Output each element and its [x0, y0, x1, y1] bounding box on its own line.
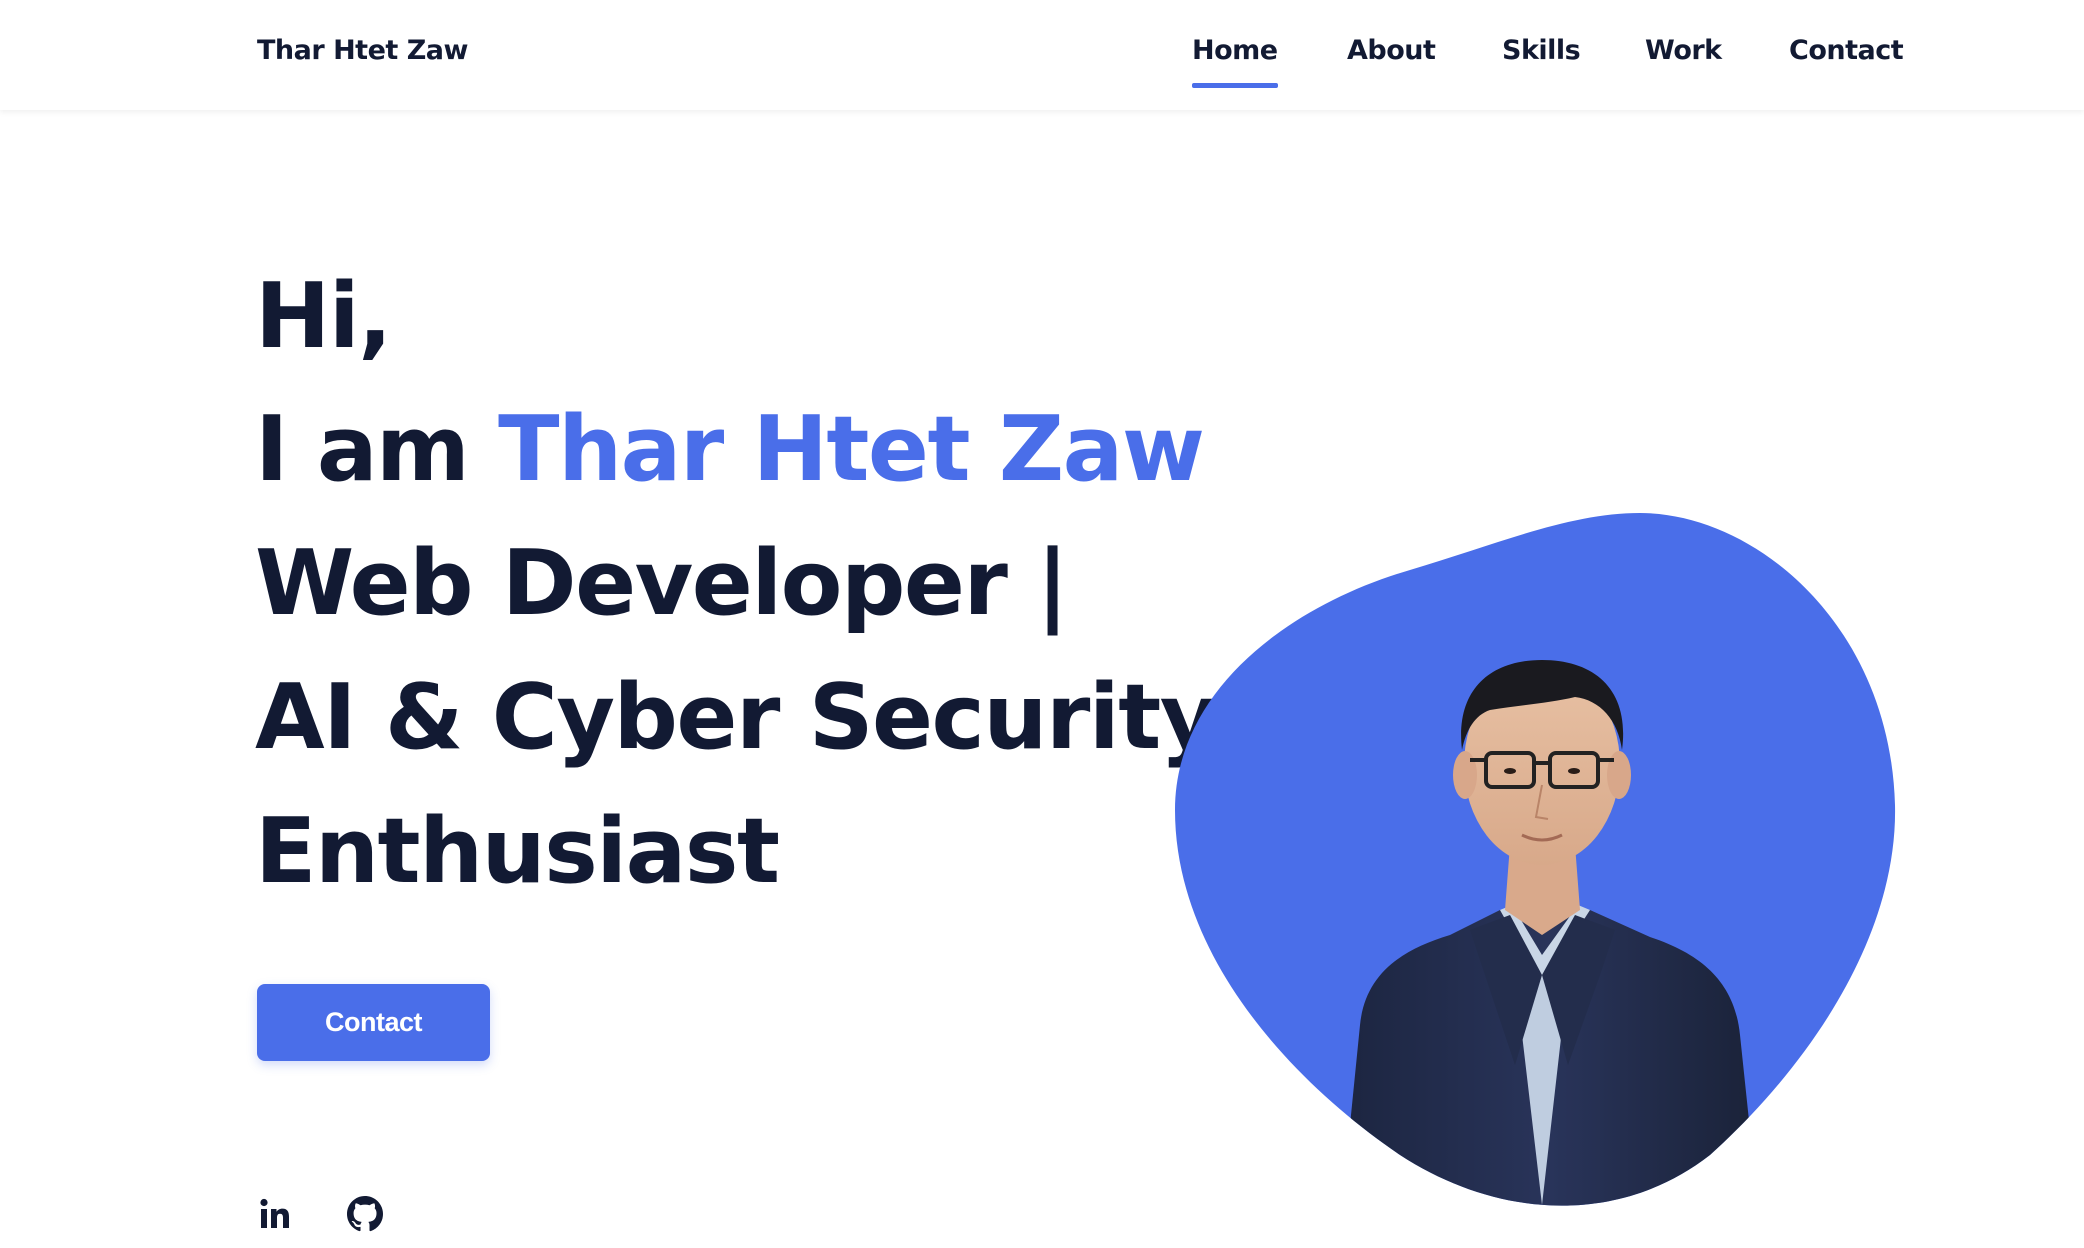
hero-role-line-1: Web Developer | [255, 531, 1069, 636]
nav-contact[interactable]: Contact [1789, 33, 1904, 69]
hero-name: Thar Htet Zaw [498, 397, 1205, 502]
hero-portrait [1170, 505, 1900, 1215]
site-header: Thar Htet Zaw Home About Skills Work Con… [0, 0, 2084, 110]
nav-home-label: Home [1192, 35, 1278, 66]
hero-role-line-3: Enthusiast [255, 799, 780, 904]
portrait-blob [1175, 513, 1896, 1206]
github-icon[interactable] [347, 1196, 383, 1232]
nav-home[interactable]: Home [1192, 33, 1278, 88]
hero-contact-button[interactable]: Contact [257, 984, 490, 1061]
hero-intro-prefix: I am [255, 397, 499, 502]
nav-active-indicator [1192, 83, 1278, 88]
linkedin-icon[interactable] [257, 1196, 293, 1232]
hero-role-line-2: AI & Cyber Security [255, 665, 1218, 770]
hero-intro: I am Thar Htet Zaw [255, 395, 1205, 505]
nav-contact-label: Contact [1789, 35, 1904, 66]
nav-skills[interactable]: Skills [1502, 33, 1581, 69]
hero-greeting: Hi, [255, 264, 392, 369]
nav-about-label: About [1347, 35, 1436, 66]
nav-work-label: Work [1645, 35, 1722, 66]
nav-skills-label: Skills [1502, 35, 1581, 66]
nav-about[interactable]: About [1347, 33, 1436, 69]
nav-work[interactable]: Work [1645, 33, 1722, 69]
site-logo[interactable]: Thar Htet Zaw [257, 33, 468, 69]
